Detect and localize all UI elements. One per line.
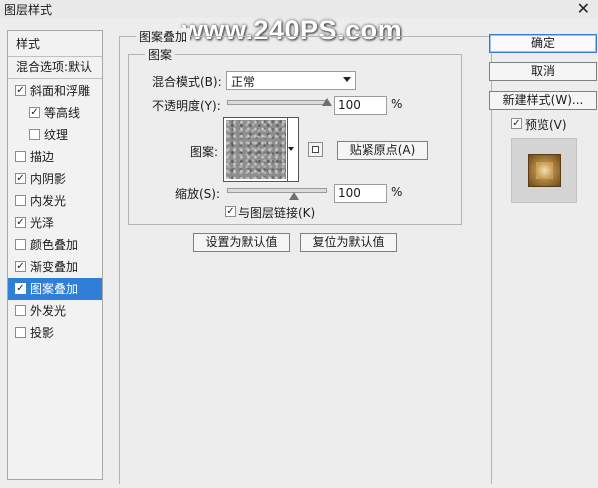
style-item-checkbox[interactable] — [15, 305, 26, 316]
blend-mode-value: 正常 — [231, 75, 256, 89]
style-item-checkbox[interactable] — [29, 129, 40, 140]
style-preview — [511, 138, 577, 203]
style-item[interactable]: 纹理 — [8, 124, 102, 146]
pattern-group-title: 图案 — [145, 46, 176, 63]
opacity-slider[interactable] — [227, 100, 327, 105]
ok-button[interactable]: 确定 — [489, 34, 597, 53]
style-item-checkbox[interactable] — [15, 195, 26, 206]
opacity-percent-sign: % — [391, 97, 403, 111]
style-item[interactable]: 描边 — [8, 146, 102, 168]
link-with-layer-checkbox[interactable]: ✓ — [225, 206, 236, 217]
style-item[interactable]: ✓ 等高线 — [8, 102, 102, 124]
style-item-checkbox[interactable] — [15, 327, 26, 338]
style-item-label: 外发光 — [30, 304, 67, 318]
style-item[interactable]: 外发光 — [8, 300, 102, 322]
new-preset-button[interactable] — [308, 142, 323, 157]
opacity-input[interactable]: 100 — [334, 96, 387, 115]
style-item-checkbox[interactable] — [15, 151, 26, 162]
style-item-label: 颜色叠加 — [30, 238, 79, 252]
blend-mode-select[interactable]: 正常 — [226, 71, 356, 90]
style-preview-thumbnail — [528, 154, 561, 187]
scale-label: 缩放(S): — [175, 187, 221, 201]
style-item-checkbox[interactable]: ✓ — [15, 283, 26, 294]
styles-list: 样式 混合选项:默认 ✓ 斜面和浮雕 ✓ 等高线 纹理 描边 ✓ 内阴影 内发光 ✓ 光泽 颜色叠加 ✓… — [7, 30, 103, 480]
style-item-checkbox[interactable]: ✓ — [29, 107, 40, 118]
opacity-slider-thumb[interactable] — [322, 98, 332, 106]
list-divider — [8, 78, 102, 79]
scale-slider[interactable] — [227, 188, 327, 193]
blend-mode-label: 混合模式(B): — [152, 75, 222, 89]
snap-to-origin-button[interactable]: 贴紧原点(A) — [337, 141, 428, 160]
style-item-label: 图案叠加 — [30, 282, 79, 296]
pattern-swatch-preview — [226, 120, 286, 179]
scale-percent-sign: % — [391, 185, 403, 199]
style-item[interactable]: ✓ 内阴影 — [8, 168, 102, 190]
style-item[interactable]: ✓ 光泽 — [8, 212, 102, 234]
pattern-dropdown-arrow-icon[interactable] — [288, 147, 294, 151]
style-item-label: 内发光 — [30, 194, 67, 208]
pattern-label: 图案: — [190, 145, 219, 159]
style-item-checkbox[interactable]: ✓ — [15, 261, 26, 272]
style-item[interactable]: ✓ 斜面和浮雕 — [8, 80, 102, 102]
style-item[interactable]: ✓ 图案叠加 — [8, 278, 102, 300]
style-item-label: 描边 — [30, 150, 55, 164]
style-item[interactable]: 颜色叠加 — [8, 234, 102, 256]
make-default-button[interactable]: 设置为默认值 — [193, 233, 290, 252]
opacity-label: 不透明度(Y): — [152, 99, 221, 113]
blend-options-item[interactable]: 混合选项:默认 — [16, 56, 110, 78]
style-item[interactable]: 内发光 — [8, 190, 102, 212]
new-style-button[interactable]: 新建样式(W)... — [489, 91, 597, 110]
styles-header[interactable]: 样式 — [16, 33, 110, 55]
scale-input[interactable]: 100 — [334, 184, 387, 203]
style-item-label: 渐变叠加 — [30, 260, 79, 274]
reset-default-button[interactable]: 复位为默认值 — [300, 233, 397, 252]
style-item-checkbox[interactable]: ✓ — [15, 173, 26, 184]
style-item-checkbox[interactable]: ✓ — [15, 217, 26, 228]
style-item-checkbox[interactable] — [15, 239, 26, 250]
style-item-checkbox[interactable]: ✓ — [15, 85, 26, 96]
preview-checkbox[interactable]: ✓ — [511, 118, 522, 129]
style-item[interactable]: 投影 — [8, 322, 102, 344]
pattern-overlay-title: 图案叠加 — [136, 28, 191, 45]
preview-label: 预览(V) — [525, 118, 567, 132]
style-item-label: 纹理 — [44, 128, 69, 142]
style-item-label: 内阴影 — [30, 172, 67, 186]
style-item[interactable]: ✓ 渐变叠加 — [8, 256, 102, 278]
style-item-label: 投影 — [30, 326, 55, 340]
window-title: 图层样式 — [4, 3, 53, 17]
style-item-label: 光泽 — [30, 216, 55, 230]
style-item-label: 等高线 — [44, 106, 81, 120]
link-with-layer-label: 与图层链接(K) — [238, 206, 316, 220]
new-preset-icon — [312, 146, 319, 153]
close-icon[interactable]: ✕ — [577, 0, 590, 18]
scale-slider-thumb[interactable] — [288, 192, 299, 200]
cancel-button[interactable]: 取消 — [489, 62, 597, 81]
style-item-label: 斜面和浮雕 — [30, 84, 91, 98]
chevron-down-icon — [343, 77, 351, 82]
